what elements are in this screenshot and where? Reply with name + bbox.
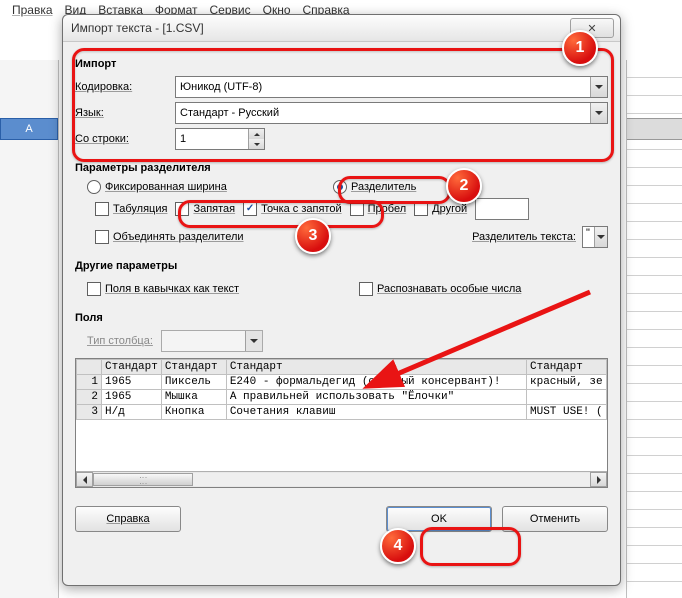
semicolon-label: Точка с запятой [261, 203, 342, 215]
close-button[interactable]: ✕ [570, 18, 614, 38]
bg-right-col-header [627, 118, 682, 140]
cell[interactable]: Сочетания клавиш [226, 405, 526, 420]
other-checkbox[interactable] [414, 202, 428, 216]
cell[interactable]: MUST USE! ( [527, 405, 607, 420]
cancel-button[interactable]: Отменить [502, 506, 608, 532]
help-button[interactable]: Справка [75, 506, 181, 532]
text-sep-value: " [583, 227, 590, 239]
space-checkbox[interactable] [350, 202, 364, 216]
close-icon: ✕ [587, 22, 596, 35]
language-value: Стандарт - Русский [180, 107, 279, 119]
comma-label: Запятая [193, 203, 235, 215]
dialog-title: Импорт текста - [1.CSV] [71, 21, 204, 35]
cell[interactable]: Кнопка [161, 405, 226, 420]
delimiter-label: Разделитель [351, 181, 416, 193]
quoted-label: Поля в кавычках как текст [105, 283, 239, 295]
dialog-titlebar[interactable]: Импорт текста - [1.CSV] ✕ [63, 15, 620, 42]
col-header[interactable]: Стандарт [161, 360, 226, 375]
cell[interactable]: красный, зе [527, 375, 607, 390]
fixed-width-radio[interactable] [87, 180, 101, 194]
dropdown-arrow-icon[interactable] [590, 103, 607, 123]
fromrow-value: 1 [180, 133, 186, 145]
tab-checkbox[interactable] [95, 202, 109, 216]
encoding-value: Юникод (UTF-8) [180, 81, 262, 93]
section-separator-label: Параметры разделителя [75, 162, 608, 174]
cell[interactable]: А правильней использовать "Ёлочки" [226, 390, 526, 405]
table-row: 3 Н/д Кнопка Сочетания клавиш MUST USE! … [77, 405, 607, 420]
coltype-combo[interactable] [161, 330, 263, 352]
dropdown-arrow-icon[interactable] [594, 227, 607, 247]
bg-right-grid [626, 60, 682, 598]
table-row: 2 1965 Мышка А правильней использовать "… [77, 390, 607, 405]
col-header[interactable]: Стандарт [102, 360, 162, 375]
cell[interactable]: Мышка [161, 390, 226, 405]
other-label: Другой [432, 203, 467, 215]
quoted-checkbox[interactable] [87, 282, 101, 296]
detect-label: Распознавать особые числа [377, 283, 521, 295]
menu-item[interactable]: Правка [12, 3, 53, 17]
scroll-thumb[interactable] [93, 473, 193, 486]
text-sep-combo[interactable]: " [582, 226, 608, 248]
row-number: 3 [77, 405, 102, 420]
preview-pane: Стандарт Стандарт Стандарт Стандарт 1 19… [75, 358, 608, 488]
section-fields-label: Поля [75, 312, 608, 324]
text-sep-label: Разделитель текста: [472, 231, 576, 243]
comma-checkbox[interactable] [175, 202, 189, 216]
space-label: Пробел [368, 203, 407, 215]
import-text-dialog: Импорт текста - [1.CSV] ✕ Импорт Кодиров… [62, 14, 621, 586]
scroll-left-icon[interactable] [76, 472, 93, 487]
row-number: 1 [77, 375, 102, 390]
other-input[interactable] [475, 198, 529, 220]
fromrow-label: Со строки: [75, 133, 175, 145]
cell[interactable]: Е240 - формальдегид (опасный консервант)… [226, 375, 526, 390]
dropdown-arrow-icon[interactable] [245, 331, 262, 351]
delimiter-radio[interactable] [333, 180, 347, 194]
preview-hscrollbar[interactable] [76, 471, 607, 487]
cell[interactable]: Н/д [102, 405, 162, 420]
scroll-track[interactable] [93, 473, 590, 486]
merge-checkbox[interactable] [95, 230, 109, 244]
cell[interactable]: Пиксель [161, 375, 226, 390]
cell[interactable] [527, 390, 607, 405]
merge-label: Объединять разделители [113, 231, 244, 243]
dropdown-arrow-icon[interactable] [590, 77, 607, 97]
tab-label: Табуляция [113, 203, 167, 215]
fromrow-spinner[interactable]: 1 [175, 128, 265, 150]
language-label: Язык: [75, 107, 175, 119]
preview-header-row: Стандарт Стандарт Стандарт Стандарт [77, 360, 607, 375]
encoding-label: Кодировка: [75, 81, 175, 93]
cell[interactable]: 1965 [102, 375, 162, 390]
col-header[interactable]: Стандарт [226, 360, 526, 375]
spinner-up-icon[interactable] [248, 129, 264, 139]
bg-left-gutter [0, 60, 59, 598]
section-import-label: Импорт [75, 58, 608, 70]
semicolon-checkbox[interactable] [243, 202, 257, 216]
column-header-a[interactable]: A [0, 118, 58, 140]
detect-checkbox[interactable] [359, 282, 373, 296]
preview-table[interactable]: Стандарт Стандарт Стандарт Стандарт 1 19… [76, 359, 607, 420]
coltype-label: Тип столбца: [87, 335, 153, 347]
section-other-label: Другие параметры [75, 260, 608, 272]
ok-button[interactable]: OK [386, 506, 492, 532]
corner-cell [77, 360, 102, 375]
col-header[interactable]: Стандарт [527, 360, 607, 375]
cell[interactable]: 1965 [102, 390, 162, 405]
fixed-width-label: Фиксированная ширина [105, 181, 227, 193]
spinner-down-icon[interactable] [248, 139, 264, 149]
scroll-right-icon[interactable] [590, 472, 607, 487]
table-row: 1 1965 Пиксель Е240 - формальдегид (опас… [77, 375, 607, 390]
encoding-combo[interactable]: Юникод (UTF-8) [175, 76, 608, 98]
row-number: 2 [77, 390, 102, 405]
language-combo[interactable]: Стандарт - Русский [175, 102, 608, 124]
